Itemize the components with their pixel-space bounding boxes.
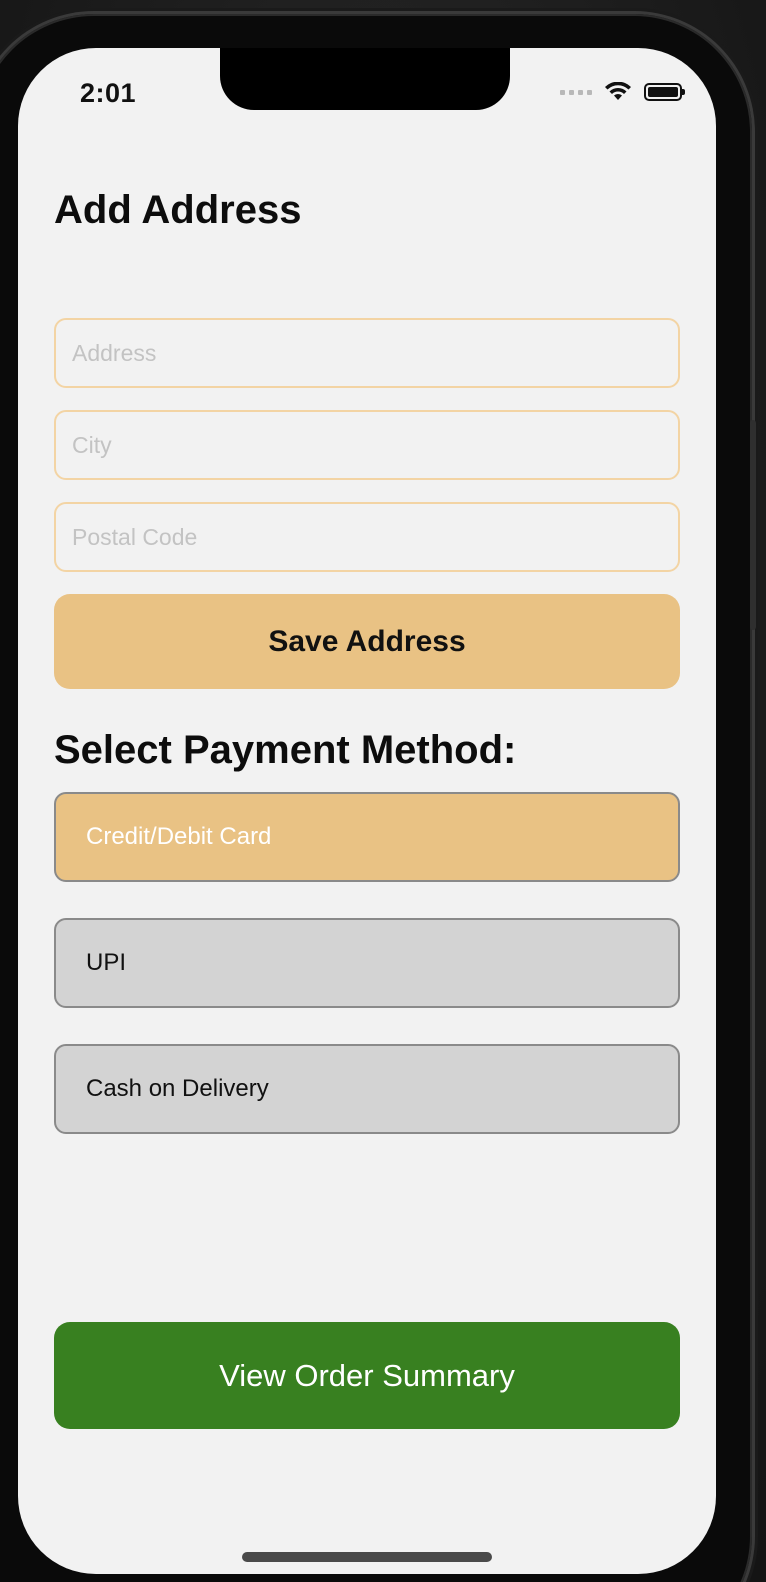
postal-code-input[interactable] <box>54 502 680 572</box>
payment-option-card[interactable]: Credit/Debit Card <box>54 792 680 882</box>
payment-option-cod[interactable]: Cash on Delivery <box>54 1044 680 1134</box>
notch <box>220 48 510 110</box>
home-indicator[interactable] <box>242 1552 492 1562</box>
address-input[interactable] <box>54 318 680 388</box>
city-input[interactable] <box>54 410 680 480</box>
battery-icon <box>644 83 685 101</box>
status-icons <box>560 82 685 102</box>
status-time: 2:01 <box>80 78 137 108</box>
cellular-signal-icon <box>560 89 592 95</box>
save-address-button[interactable]: Save Address <box>54 594 680 689</box>
device-stage: 2:01 Add Address Save Address Select Pay… <box>0 0 766 1582</box>
view-order-summary-button[interactable]: View Order Summary <box>54 1322 680 1429</box>
payment-option-label: Cash on Delivery <box>86 1075 269 1102</box>
side-button <box>750 420 756 630</box>
payment-option-upi[interactable]: UPI <box>54 918 680 1008</box>
payment-option-label: Credit/Debit Card <box>86 823 272 850</box>
add-address-title: Add Address <box>54 188 302 232</box>
payment-option-label: UPI <box>86 949 127 976</box>
wifi-icon <box>605 82 631 100</box>
app-screen: 2:01 Add Address Save Address Select Pay… <box>18 48 716 1574</box>
payment-method-title: Select Payment Method: <box>54 728 517 772</box>
